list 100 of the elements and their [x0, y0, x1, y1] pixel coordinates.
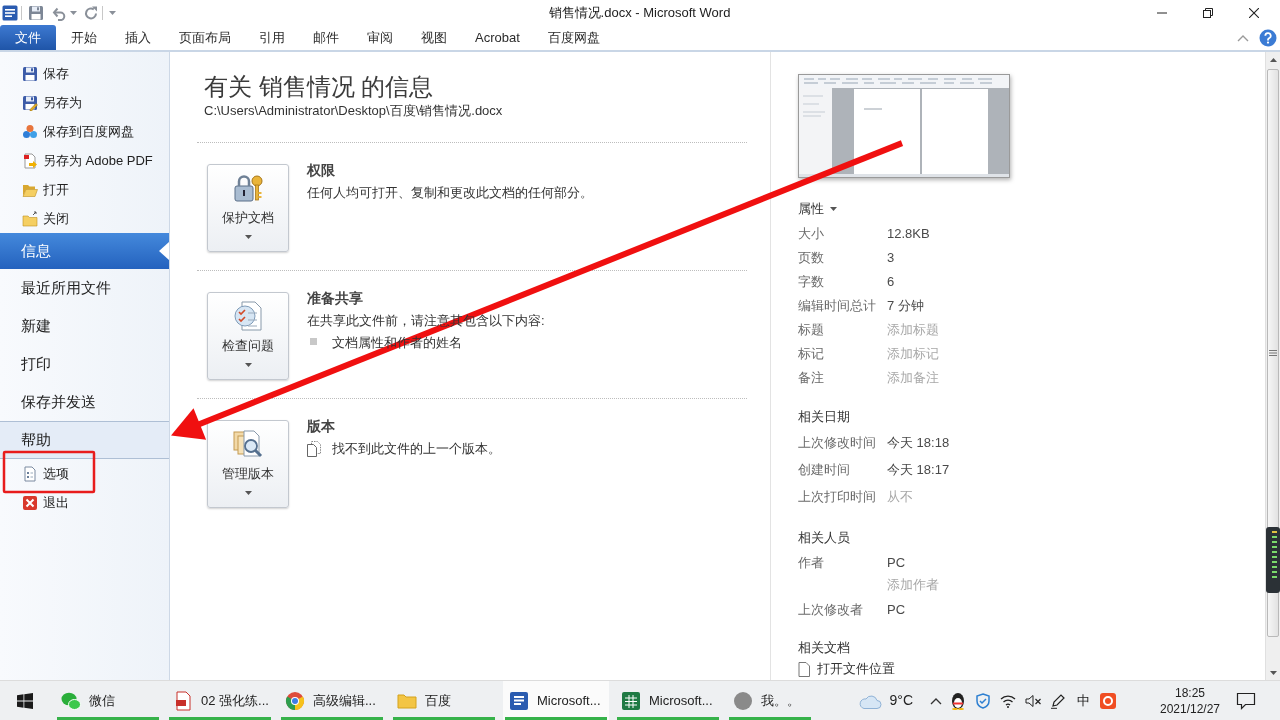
- property-label: 上次修改者: [798, 601, 864, 620]
- open-location-link[interactable]: 打开文件位置: [798, 660, 895, 678]
- chevron-up-icon[interactable]: [930, 696, 942, 705]
- ribbon-tab[interactable]: 插入: [112, 25, 164, 50]
- clock-button[interactable]: 18:25 2021/12/27: [1158, 684, 1222, 717]
- section-heading: 相关日期: [798, 408, 851, 426]
- menu-command[interactable]: 保存到百度网盘: [0, 117, 169, 146]
- ribbon-tab[interactable]: 页面布局: [166, 25, 244, 50]
- property-field[interactable]: 添加备注: [887, 368, 943, 388]
- document-tile-icon[interactable]: [2, 4, 18, 21]
- ribbon-tab[interactable]: 审阅: [354, 25, 406, 50]
- property-label: 大小: [798, 225, 825, 244]
- grip-icon: [1269, 350, 1277, 356]
- menu-command[interactable]: 保存: [0, 59, 169, 88]
- checklist-icon: [232, 300, 264, 332]
- menu-tab[interactable]: 打印: [0, 345, 169, 383]
- person-field[interactable]: 添加作者: [887, 575, 943, 595]
- documents-icon: [307, 441, 321, 457]
- menu-tab[interactable]: 保存并发送: [0, 383, 169, 421]
- ribbon-tab[interactable]: 开始: [58, 25, 110, 50]
- menu-command[interactable]: 打开: [0, 175, 169, 204]
- help-icon[interactable]: [1259, 28, 1277, 47]
- penguin-icon[interactable]: [950, 691, 966, 710]
- spreadsheet-tile-icon: [621, 690, 641, 711]
- property-field[interactable]: 添加标记: [887, 344, 943, 364]
- menu-tab[interactable]: 帮助: [0, 421, 169, 459]
- bullet-icon: [310, 337, 317, 345]
- caret-icon[interactable]: [109, 10, 116, 15]
- document-icon: [798, 661, 810, 677]
- ribbon-tab[interactable]: Acrobat: [462, 25, 533, 50]
- dropdown-button[interactable]: 管理版本: [207, 420, 289, 508]
- menu-command[interactable]: 另存为: [0, 88, 169, 117]
- up-arrow-icon: [1269, 57, 1277, 62]
- taskbar-button[interactable]: 百度: [391, 681, 497, 720]
- property-label: 备注: [798, 369, 825, 388]
- caret-icon[interactable]: [70, 10, 77, 15]
- wifi-icon[interactable]: [1000, 693, 1016, 708]
- section-title: 版本: [307, 417, 336, 435]
- pen-icon[interactable]: [1050, 692, 1066, 709]
- weather-button[interactable]: 9°C: [857, 690, 913, 711]
- three-circles-icon: [22, 123, 38, 140]
- taskbar-button[interactable]: Microsoft...: [615, 681, 721, 720]
- avatar-icon: [733, 690, 753, 711]
- redo-icon[interactable]: [83, 4, 99, 21]
- property-label: 页数: [798, 249, 825, 268]
- document-export-icon: [22, 152, 38, 169]
- property-label: 标记: [798, 345, 825, 364]
- menu-tab[interactable]: 信息: [0, 233, 169, 269]
- taskbar-button[interactable]: 高级编辑...: [279, 681, 385, 720]
- ime-tile-icon[interactable]: [1100, 692, 1116, 709]
- property-field[interactable]: 添加标题: [887, 320, 943, 340]
- ribbon-tab[interactable]: 文件: [0, 25, 56, 50]
- close-icon: [1249, 7, 1259, 18]
- person-name: PC: [887, 601, 906, 620]
- dropdown-button[interactable]: 保护文档: [207, 164, 289, 252]
- save-as-icon: [22, 94, 38, 111]
- property-label: 上次打印时间: [798, 487, 877, 506]
- lock-key-icon: [232, 172, 264, 204]
- menu-command[interactable]: 退出: [0, 488, 169, 517]
- section-title: 准备共享: [307, 289, 364, 307]
- taskbar-button[interactable]: Microsoft...: [503, 681, 609, 720]
- save-icon[interactable]: [28, 4, 44, 21]
- scrollbar[interactable]: [1265, 52, 1280, 680]
- taskbar-button[interactable]: 微信: [55, 681, 161, 720]
- caret-icon: [830, 207, 837, 211]
- ribbon-tab[interactable]: 视图: [408, 25, 460, 50]
- minimize-icon: [1157, 11, 1167, 14]
- notification-icon[interactable]: [1236, 691, 1256, 710]
- property-value: 3: [887, 249, 895, 268]
- ribbon-tab[interactable]: 邮件: [300, 25, 352, 50]
- ribbon-tab[interactable]: 引用: [246, 25, 298, 50]
- menu-command[interactable]: 选项: [0, 459, 169, 488]
- input-method-button[interactable]: 中: [1077, 692, 1090, 709]
- date-value: 今天 18:18: [887, 433, 950, 452]
- caret-icon: [244, 235, 252, 239]
- meter-icon: [1266, 527, 1280, 593]
- shield-icon[interactable]: [975, 692, 991, 709]
- section-title: 权限: [307, 161, 336, 179]
- magnifier-documents-icon: [232, 428, 264, 460]
- date-value: 今天 18:17: [887, 460, 950, 479]
- date-value: 从不: [887, 487, 913, 506]
- restore-icon: [1203, 7, 1213, 18]
- chat-bubbles-icon: [61, 690, 81, 711]
- document-icon: [22, 465, 38, 482]
- section-description: 任何人均可打开、复制和更改此文档的任何部分。: [307, 184, 593, 202]
- section-heading: 相关人员: [798, 529, 851, 547]
- menu-tab[interactable]: 新建: [0, 307, 169, 345]
- menu-command[interactable]: 另存为 Adobe PDF: [0, 146, 169, 175]
- menu-command[interactable]: 关闭: [0, 204, 169, 233]
- speaker-muted-icon[interactable]: [1025, 693, 1041, 708]
- dropdown-button[interactable]: 检查问题: [207, 292, 289, 380]
- property-label: 编辑时间总计: [798, 297, 877, 316]
- menu-tab[interactable]: 最近所用文件: [0, 269, 169, 307]
- ribbon-tab[interactable]: 百度网盘: [534, 25, 613, 50]
- file-path: C:\Users\Administrator\Desktop\百度\销售情况.docx: [203, 102, 504, 120]
- taskbar-button[interactable]: 我。。: [727, 681, 813, 720]
- taskbar-button[interactable]: 02 强化练...: [167, 681, 273, 720]
- four-panes-icon: [17, 692, 33, 709]
- properties-dropdown[interactable]: 属性: [798, 200, 837, 218]
- page-heading: 有关 销售情况 的信息: [203, 72, 435, 102]
